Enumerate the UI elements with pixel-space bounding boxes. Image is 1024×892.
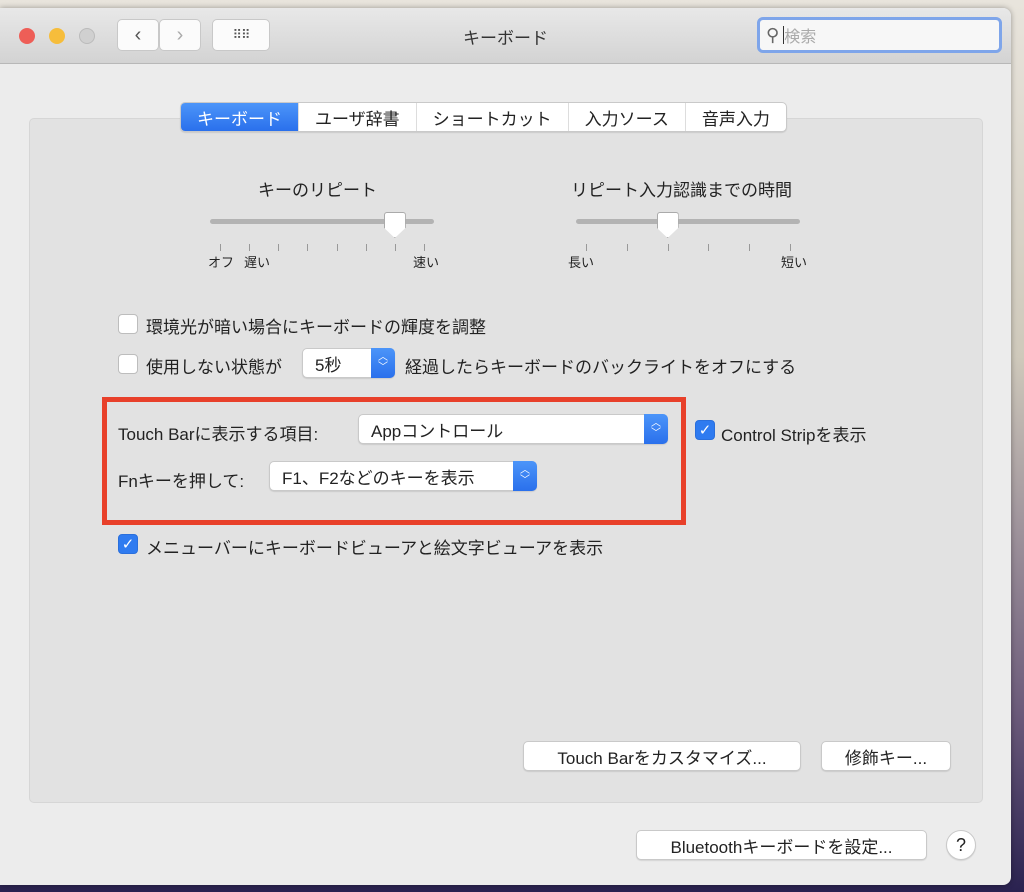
menu-bar-viewer-checkbox[interactable]: ✓ [118, 534, 138, 554]
key-repeat-off-label: オフ [208, 255, 235, 270]
fn-key-value: F1、F2などのキーを表示 [282, 468, 475, 488]
tab-user-dictionary[interactable]: ユーザ辞書 [298, 103, 416, 131]
backlight-timeout-value: 5秒 [315, 355, 342, 375]
updown-chevron-icon: ︿ ﹀ [513, 461, 537, 491]
touch-bar-shows-label: Touch Barに表示する項目: [118, 425, 319, 444]
search-icon: ⚲ [766, 24, 780, 45]
backlight-off-checkbox[interactable] [118, 354, 138, 374]
menu-bar-viewer-label: メニューバーにキーボードビューアと絵文字ビューアを表示 [146, 539, 604, 558]
tab-input-sources[interactable]: 入力ソース [567, 103, 685, 131]
slider-tick [278, 244, 280, 251]
tab-bar: キーボード ユーザ辞書 ショートカット 入力ソース 音声入力 [180, 102, 787, 132]
checkmark-icon: ✓ [121, 536, 135, 553]
fn-key-label: Fnキーを押して: [118, 472, 245, 491]
slider-tick [626, 244, 628, 251]
key-repeat-slow-label: 遅い [244, 255, 271, 270]
slider-tick [424, 244, 425, 251]
control-strip-label: Control Stripを表示 [721, 426, 867, 445]
tab-dictation[interactable]: 音声入力 [684, 103, 786, 131]
updown-chevron-icon: ︿ ﹀ [644, 414, 668, 444]
touch-bar-shows-popup[interactable]: Appコントロール ︿ ﹀ [358, 414, 668, 444]
slider-tick [336, 244, 338, 251]
updown-chevron-icon: ︿ ﹀ [371, 348, 395, 378]
slider-tick [220, 244, 221, 251]
tab-keyboard[interactable]: キーボード [181, 103, 298, 131]
slider-tick [365, 244, 367, 251]
slider-tick [749, 244, 751, 251]
slider-tick [708, 244, 710, 251]
slider-tick [249, 244, 251, 251]
checkmark-icon: ✓ [698, 422, 712, 439]
delay-until-repeat-title: リピート入力認識までの時間 [571, 181, 792, 200]
modifier-keys-button[interactable]: 修飾キー... [821, 741, 951, 771]
fn-key-popup[interactable]: F1、F2などのキーを表示 ︿ ﹀ [269, 461, 537, 491]
backlight-off-prefix: 使用しない状態が [146, 358, 282, 377]
backlight-off-suffix: 経過したらキーボードのバックライトをオフにする [405, 358, 797, 377]
control-strip-checkbox[interactable]: ✓ [695, 420, 715, 440]
slider-tick [790, 244, 791, 251]
customize-touch-bar-button[interactable]: Touch Barをカスタマイズ... [523, 741, 801, 771]
title-bar: ‹ › ⠿⠿ キーボード ⚲ 検索 [0, 8, 1011, 64]
key-repeat-title: キーのリピート [258, 181, 377, 200]
delay-until-repeat-slider[interactable] [576, 219, 800, 224]
help-button[interactable]: ? [946, 830, 976, 860]
ambient-light-label: 環境光が暗い場合にキーボードの輝度を調整 [146, 318, 486, 337]
backlight-timeout-popup[interactable]: 5秒 ︿ ﹀ [302, 348, 395, 378]
key-repeat-fast-label: 速い [413, 255, 440, 270]
tab-shortcuts[interactable]: ショートカット [415, 103, 568, 131]
touch-bar-shows-value: Appコントロール [371, 421, 504, 441]
slider-tick [586, 244, 587, 251]
delay-long-label: 長い [568, 255, 595, 270]
slider-tick [307, 244, 309, 251]
slider-tick [394, 244, 396, 251]
slider-tick [667, 244, 669, 251]
ambient-light-checkbox[interactable] [118, 314, 138, 334]
delay-short-label: 短い [781, 255, 808, 270]
search-placeholder: 検索 [784, 29, 817, 46]
setup-bluetooth-keyboard-button[interactable]: Bluetoothキーボードを設定... [636, 830, 927, 860]
keyboard-preferences-window: ‹ › ⠿⠿ キーボード ⚲ 検索 キーボード ユーザ辞書 ショートカット 入力… [0, 8, 1011, 885]
search-field[interactable]: ⚲ 検索 [757, 17, 1002, 53]
